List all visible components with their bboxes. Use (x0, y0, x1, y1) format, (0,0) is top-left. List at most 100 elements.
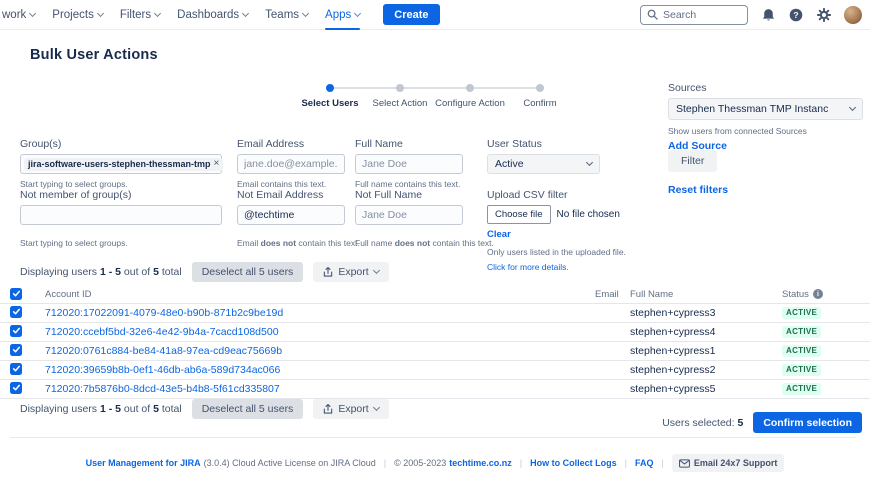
email-support-button[interactable]: Email 24x7 Support (672, 454, 785, 472)
bulk-user-actions-screen: work Projects Filters Dashboards Teams A… (0, 0, 870, 495)
csv-helper: Only users listed in the uploaded file. (487, 247, 647, 257)
step-configure-action[interactable]: Configure Action (435, 98, 505, 110)
chevron-down-icon (849, 104, 856, 111)
nav-item-dashboards[interactable]: Dashboards (177, 0, 248, 30)
table-header-row: Account ID Email Full Name Statusi (0, 286, 870, 303)
not-member-groups-label: Not member of group(s) (20, 189, 222, 201)
search-icon (647, 9, 658, 20)
email-cell (595, 303, 630, 322)
not-full-name-input[interactable] (355, 205, 463, 225)
nav-item-work[interactable]: work (2, 0, 35, 30)
account-id-link[interactable]: 712020:7b5876b0-8dcd-43e5-b4b8-5f61cd335… (45, 383, 280, 395)
nav-item-apps[interactable]: Apps (325, 0, 360, 30)
table-row: 712020:0761c884-be84-41a8-97ea-cd9eac756… (0, 341, 870, 360)
nav-item-teams[interactable]: Teams (265, 0, 308, 30)
row-checkbox[interactable] (10, 325, 22, 337)
copyright-text: © 2005-2023 (394, 458, 446, 468)
page-title: Bulk User Actions (30, 47, 158, 63)
row-checkbox[interactable] (10, 363, 22, 375)
col-account-id: Account ID (45, 286, 595, 303)
svg-text:?: ? (793, 10, 798, 20)
nav-item-projects[interactable]: Projects (52, 0, 103, 30)
not-email-input[interactable] (237, 205, 345, 225)
envelope-icon (679, 459, 690, 468)
chevron-down-icon (302, 9, 309, 16)
status-badge: ACTIVE (782, 345, 821, 357)
row-checkbox[interactable] (10, 344, 22, 356)
email-input[interactable] (237, 154, 345, 174)
reset-filters-link[interactable]: Reset filters (668, 184, 728, 196)
account-id-link[interactable]: 712020:0761c884-be84-41a8-97ea-cd9eac756… (45, 345, 282, 357)
account-id-link[interactable]: 712020:39659b8b-0ef1-46db-ab6a-589d734ac… (45, 364, 280, 376)
chevron-down-icon (586, 159, 593, 166)
user-status-label: User Status (487, 138, 600, 150)
create-button[interactable]: Create (383, 4, 439, 25)
not-full-name-helper: Full name does not contain this text. (355, 238, 463, 248)
full-name-input[interactable] (355, 154, 463, 174)
group-tag: jira-software-users-stephen-thessman-tmp… (24, 158, 223, 171)
clear-csv-link[interactable]: Clear (487, 229, 511, 240)
info-icon[interactable]: i (813, 289, 823, 299)
page-footer: User Management for JIRA (3.0.4) Cloud A… (0, 454, 870, 472)
full-name-cell: stephen+cypress5 (630, 379, 782, 398)
footer-separator: | (384, 458, 386, 468)
not-full-name-field: Not Full Name Full name does not contain… (355, 189, 463, 248)
confirm-selection-button[interactable]: Confirm selection (753, 412, 862, 433)
not-email-field: Not Email Address Email does not contain… (237, 189, 345, 248)
groups-helper: Start typing to select groups. (20, 179, 222, 189)
groups-input[interactable]: jira-software-users-stephen-thessman-tmp… (20, 154, 222, 174)
choose-file-button[interactable]: Choose file (487, 205, 551, 224)
filter-button[interactable]: Filter (668, 150, 717, 172)
email-cell (595, 341, 630, 360)
sources-select[interactable]: Stephen Thessman TMP Instanc (668, 98, 863, 120)
export-button[interactable]: Export (313, 399, 388, 419)
users-selected-text: Users selected: 5 (662, 417, 743, 429)
step-dot-configure-action (466, 84, 474, 92)
no-file-chosen-text: No file chosen (557, 209, 620, 220)
step-dot-confirm (536, 84, 544, 92)
users-table-body: 712020:17022091-4079-48e0-b90b-871b2c9be… (0, 303, 870, 398)
user-avatar[interactable] (844, 6, 862, 24)
export-button[interactable]: Export (313, 262, 388, 282)
selection-summary: Users selected: 5 Confirm selection (662, 412, 862, 433)
not-email-helper: Email does not contain this text. (237, 238, 345, 248)
faq-link[interactable]: FAQ (635, 458, 654, 468)
primary-nav: work Projects Filters Dashboards Teams A… (2, 0, 440, 30)
remove-tag-icon[interactable]: × (214, 159, 220, 169)
help-icon[interactable]: ? (788, 7, 804, 23)
user-status-value: Active (495, 158, 587, 170)
app-name-link[interactable]: User Management for JIRA (86, 458, 201, 468)
techtime-link[interactable]: techtime.co.nz (449, 458, 512, 468)
chevron-down-icon (373, 404, 380, 411)
notifications-bell-icon[interactable] (760, 7, 776, 23)
row-checkbox[interactable] (10, 306, 22, 318)
collect-logs-link[interactable]: How to Collect Logs (530, 458, 617, 468)
row-checkbox[interactable] (10, 382, 22, 394)
settings-gear-icon[interactable] (816, 7, 832, 23)
footer-divider (10, 437, 856, 438)
account-id-link[interactable]: 712020:17022091-4079-48e0-b90b-871b2c9be… (45, 307, 283, 319)
account-id-link[interactable]: 712020:ccebf5bd-32e6-4e42-9b4a-7cacd108d… (45, 326, 279, 338)
nav-item-filters-label: Filters (120, 9, 151, 21)
csv-details-link[interactable]: Click for more details. (487, 262, 569, 272)
step-select-users[interactable]: Select Users (295, 98, 365, 110)
chevron-down-icon (29, 9, 36, 16)
nav-item-apps-label: Apps (325, 9, 351, 21)
users-table: Account ID Email Full Name Statusi 71202… (0, 286, 870, 399)
search-input[interactable]: Search (640, 5, 748, 25)
results-toolbar-top: Displaying users 1 - 5 out of 5 total De… (20, 262, 389, 282)
deselect-all-button[interactable]: Deselect all 5 users (192, 262, 304, 282)
step-confirm[interactable]: Confirm (505, 98, 575, 110)
user-status-select[interactable]: Active (487, 154, 600, 174)
chevron-down-icon (373, 267, 380, 274)
groups-field: Group(s) jira-software-users-stephen-the… (20, 138, 222, 189)
top-navigation: work Projects Filters Dashboards Teams A… (0, 0, 870, 30)
status-header-label: Status (782, 289, 809, 300)
step-select-action[interactable]: Select Action (365, 98, 435, 110)
email-label: Email Address (237, 138, 345, 150)
group-tag-label: jira-software-users-stephen-thessman-tmp (28, 159, 211, 169)
nav-item-filters[interactable]: Filters (120, 0, 160, 30)
select-all-checkbox[interactable] (10, 288, 22, 300)
deselect-all-button[interactable]: Deselect all 5 users (192, 399, 304, 419)
not-member-groups-input[interactable] (20, 205, 222, 225)
